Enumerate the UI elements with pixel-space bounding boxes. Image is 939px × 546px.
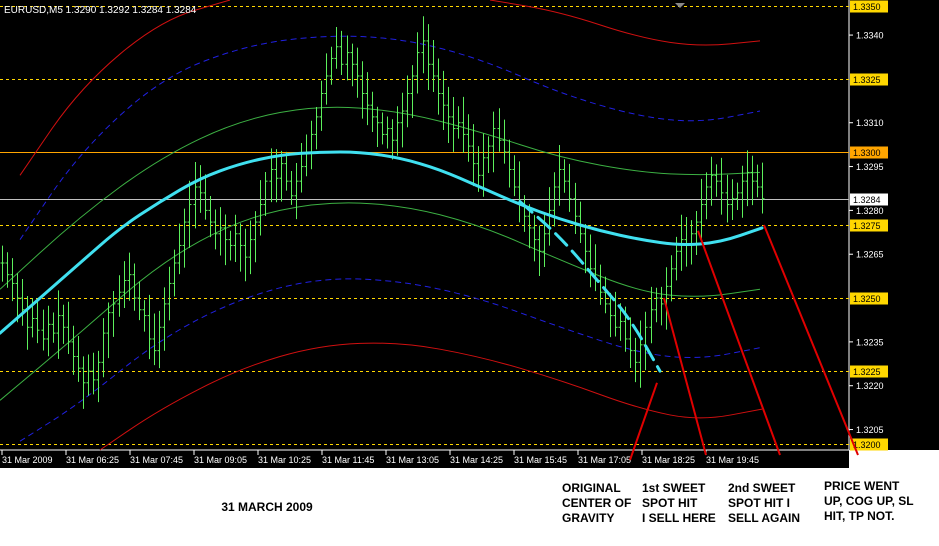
- annotation-label: GRAVITY: [562, 511, 614, 525]
- x-tick-label: 31 Mar 18:25: [642, 455, 695, 465]
- price-level-label: 1.3250: [853, 294, 881, 304]
- chart-title: EURUSD,M5 1.3290 1.3292 1.3284 1.3284: [4, 5, 197, 16]
- x-tick-label: 31 Mar 06:25: [66, 455, 119, 465]
- annotation-label: HIT, TP NOT.: [824, 509, 894, 523]
- annotation-label: PRICE WENT: [824, 479, 900, 493]
- price-level-label: 1.3350: [853, 2, 881, 12]
- chart-root: 1.3350 1.3325 1.3300 1.3284 1.3275 1.3250 1.32…: [0, 0, 939, 525]
- annotation-label: ORIGINAL: [562, 481, 621, 495]
- annotation-label: 1st SWEET: [642, 481, 706, 495]
- annotation-label: SPOT HIT: [642, 496, 698, 510]
- x-tick-label: 31 Mar 13:05: [386, 455, 439, 465]
- y-tick-label: 1.3205: [856, 425, 884, 435]
- x-tick-label: 31 Mar 19:45: [706, 455, 759, 465]
- x-tick-label: 31 Mar 10:25: [258, 455, 311, 465]
- price-level-label: 1.3325: [853, 75, 881, 85]
- y-tick-label: 1.3235: [856, 337, 884, 347]
- x-tick-label: 31 Mar 11:45: [322, 455, 374, 465]
- y-tick-label: 1.3340: [856, 31, 884, 41]
- annotation-label: CENTER OF: [562, 496, 631, 510]
- y-tick-label: 1.3265: [856, 250, 884, 260]
- x-tick-label: 31 Mar 14:25: [450, 455, 503, 465]
- y-tick-label: 1.3310: [856, 118, 884, 128]
- x-tick-label: 31 Mar 09:05: [194, 455, 247, 465]
- y-tick-label: 1.3295: [856, 162, 884, 172]
- price-level-label: 1.3284: [853, 195, 881, 205]
- chart-caption: 31 MARCH 2009: [221, 500, 313, 514]
- annotation-label: UP, COG UP, SL: [824, 494, 914, 508]
- annotation-label: SELL AGAIN: [728, 511, 800, 525]
- y-tick-label: 1.3220: [856, 381, 884, 391]
- annotation-label: SPOT HIT I: [728, 496, 790, 510]
- x-tick-label: 31 Mar 15:45: [514, 455, 567, 465]
- price-level-label: 1.3225: [853, 367, 881, 377]
- price-level-label: 1.3200: [853, 440, 881, 450]
- x-tick-label: 31 Mar 17:05: [578, 455, 631, 465]
- x-tick-label: 31 Mar 2009: [2, 455, 53, 465]
- annotation-label: I SELL HERE: [642, 511, 716, 525]
- price-level-label: 1.3275: [853, 221, 881, 231]
- annotation-label: 2nd SWEET: [728, 481, 796, 495]
- y-tick-label: 1.3280: [856, 206, 884, 216]
- x-tick-label: 31 Mar 07:45: [130, 455, 183, 465]
- price-level-label: 1.3300: [853, 148, 881, 158]
